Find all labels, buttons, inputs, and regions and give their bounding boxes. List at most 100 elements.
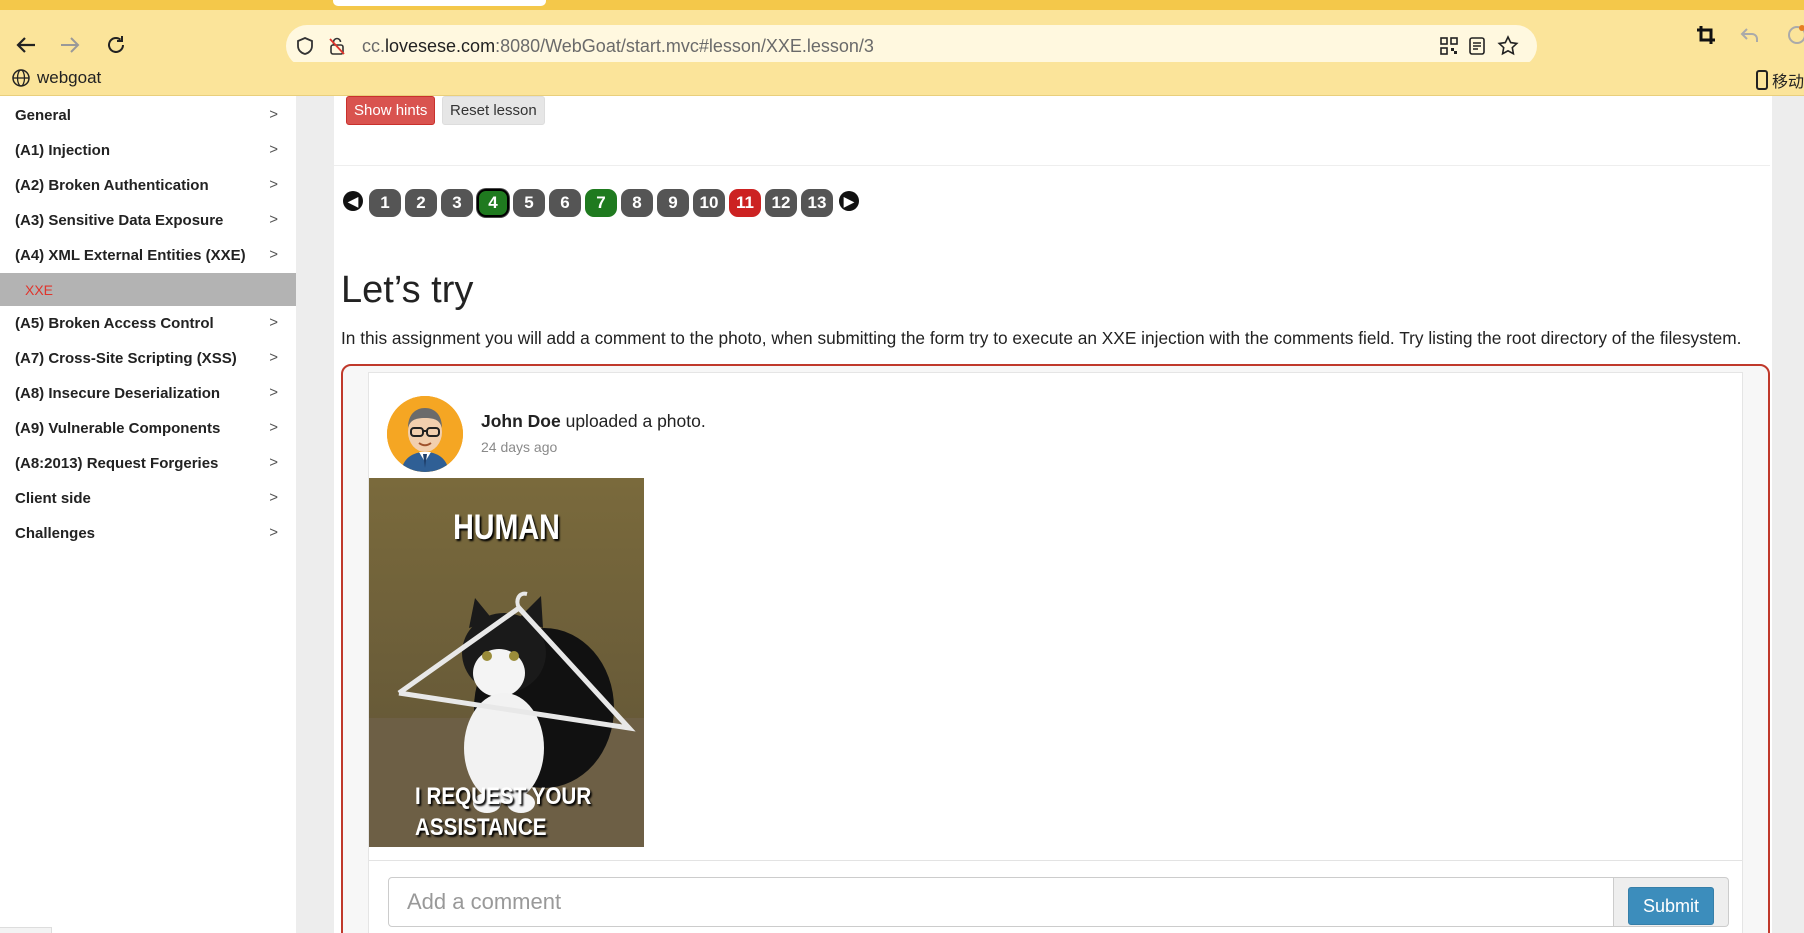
comment-form: Submit xyxy=(388,877,1729,927)
post-action: uploaded a photo. xyxy=(560,411,706,431)
avatar xyxy=(387,396,463,472)
reader-mode-icon[interactable] xyxy=(1466,35,1488,57)
menu-item-a2-broken-auth[interactable]: (A2) Broken Authentication > xyxy=(0,168,296,203)
menu-label: General xyxy=(15,107,71,124)
prev-page-arrow-icon[interactable]: ◀ xyxy=(343,191,363,211)
shield-icon[interactable] xyxy=(294,35,316,57)
post-divider xyxy=(369,860,1742,861)
globe-icon xyxy=(12,69,30,87)
menu-item-a3-sensitive-data[interactable]: (A3) Sensitive Data Exposure > xyxy=(0,203,296,238)
forward-arrow-icon[interactable] xyxy=(57,32,83,58)
back-arrow-icon[interactable] xyxy=(13,32,39,58)
page-link-2[interactable]: 2 xyxy=(405,189,437,217)
page-link-10[interactable]: 10 xyxy=(693,189,725,217)
menu-label: Challenges xyxy=(15,525,96,542)
chevron-right-icon: > xyxy=(269,211,278,228)
page-link-13[interactable]: 13 xyxy=(801,189,833,217)
menu-item-a5-access-control[interactable]: (A5) Broken Access Control > xyxy=(0,306,296,341)
lesson-sidebar: General > (A1) Injection > (A2) Broken Aut… xyxy=(0,96,296,933)
bookmarks-bar: webgoat 移动 xyxy=(0,62,1804,96)
menu-item-a9-vulnerable-components[interactable]: (A9) Vulnerable Components > xyxy=(0,411,296,446)
chevron-right-icon: > xyxy=(269,141,278,158)
undo-icon[interactable] xyxy=(1737,22,1763,48)
page-link-1[interactable]: 1 xyxy=(369,189,401,217)
bookmark-webgoat[interactable]: webgoat xyxy=(11,68,101,88)
chevron-right-icon: > xyxy=(269,454,278,471)
chevron-right-icon: > xyxy=(269,176,278,193)
reload-icon[interactable] xyxy=(103,32,129,58)
chevron-right-icon: > xyxy=(269,419,278,436)
chevron-right-icon: > xyxy=(269,246,278,263)
photo-caption-top: HUMAN xyxy=(453,508,560,547)
chevron-right-icon: > xyxy=(269,524,278,541)
mobile-bookmarks-label: 移动 xyxy=(1771,74,1804,91)
menu-item-a1-injection[interactable]: (A1) Injection > xyxy=(0,133,296,168)
next-page-arrow-icon[interactable]: ▶ xyxy=(839,191,859,211)
menu-label: (A1) Injection xyxy=(15,142,111,159)
chevron-right-icon: > xyxy=(269,384,278,401)
page-link-7[interactable]: 7 xyxy=(585,189,617,217)
page-link-6[interactable]: 6 xyxy=(549,189,581,217)
menu-item-challenges[interactable]: Challenges > xyxy=(0,516,296,551)
chevron-right-icon: > xyxy=(269,489,278,506)
sidebar-scroll-handle[interactable] xyxy=(0,927,52,933)
mobile-bookmarks[interactable]: 移动 xyxy=(1755,68,1804,92)
bookmark-star-icon[interactable] xyxy=(1497,35,1519,57)
page-link-4[interactable]: 4 xyxy=(477,189,509,217)
lesson-content: Show hints Reset lesson ◀ 1 2 3 4 5 6 7 … xyxy=(334,96,1772,933)
menu-item-a4-xxe[interactable]: (A4) XML External Entities (XXE) > xyxy=(0,238,296,273)
photo-caption-bottom: I REQUEST YOUR ASSISTANCE xyxy=(415,781,591,843)
post-author[interactable]: John Doe xyxy=(481,411,561,431)
submit-addon: Submit xyxy=(1614,877,1729,927)
menu-item-a8-deserialization[interactable]: (A8) Insecure Deserialization > xyxy=(0,376,296,411)
address-bar[interactable]: cc.lovesese.com:8080/WebGoat/start.mvc#l… xyxy=(286,25,1537,67)
menu-label: (A7) Cross-Site Scripting (XSS) xyxy=(15,350,237,367)
extension-icon[interactable] xyxy=(1784,22,1804,48)
chevron-right-icon: > xyxy=(269,349,278,366)
menu-item-client-side[interactable]: Client side > xyxy=(0,481,296,516)
page-link-5[interactable]: 5 xyxy=(513,189,545,217)
page-link-11[interactable]: 11 xyxy=(729,189,761,217)
bookmark-label: webgoat xyxy=(37,68,102,87)
comment-input[interactable] xyxy=(388,877,1614,927)
browser-toolbar: cc.lovesese.com:8080/WebGoat/start.mvc#l… xyxy=(0,10,1804,67)
lesson-description: In this assignment you will add a commen… xyxy=(341,328,1742,348)
post-photo: HUMAN I REQUEST YOUR ASSISTANCE xyxy=(369,478,644,847)
photo-post: John Doe uploaded a photo. 24 days ago H… xyxy=(368,372,1743,933)
assignment-panel: John Doe uploaded a photo. 24 days ago H… xyxy=(341,364,1770,933)
chevron-right-icon: > xyxy=(269,106,278,123)
menu-item-a7-xss[interactable]: (A7) Cross-Site Scripting (XSS) > xyxy=(0,341,296,376)
page-link-8[interactable]: 8 xyxy=(621,189,653,217)
url-text[interactable]: cc.lovesese.com:8080/WebGoat/start.mvc#l… xyxy=(362,36,874,57)
lesson-controls: Show hints Reset lesson xyxy=(334,96,1770,166)
show-hints-button[interactable]: Show hints xyxy=(346,96,436,125)
menu-item-general[interactable]: General > xyxy=(0,98,296,133)
insecure-lock-icon[interactable] xyxy=(326,35,348,57)
post-header: John Doe uploaded a photo. xyxy=(481,411,706,432)
post-timestamp: 24 days ago xyxy=(481,439,558,455)
page-link-9[interactable]: 9 xyxy=(657,189,689,217)
page-link-3[interactable]: 3 xyxy=(441,189,473,217)
submenu-label: XXE xyxy=(25,281,54,298)
browser-tab-strip xyxy=(0,0,1804,10)
page-link-12[interactable]: 12 xyxy=(765,189,797,217)
reset-lesson-button[interactable]: Reset lesson xyxy=(442,96,545,125)
photo-caption-bottom-line-1: I REQUEST YOUR xyxy=(415,783,592,810)
qr-code-icon[interactable] xyxy=(1438,35,1460,57)
menu-label: (A9) Vulnerable Components xyxy=(15,420,221,437)
john-doe-avatar-icon xyxy=(387,396,463,472)
photo-caption-bottom-line-2: ASSISTANCE xyxy=(415,814,547,841)
menu-label: (A8:2013) Request Forgeries xyxy=(15,455,219,472)
active-tab[interactable] xyxy=(333,0,546,6)
menu-label: (A4) XML External Entities (XXE) xyxy=(15,247,246,264)
menu-label: (A8) Insecure Deserialization xyxy=(15,385,221,402)
lesson-title: Let’s try xyxy=(341,269,474,311)
menu-item-request-forgeries[interactable]: (A8:2013) Request Forgeries > xyxy=(0,446,296,481)
submenu-item-xxe[interactable]: XXE xyxy=(0,273,296,306)
phone-icon xyxy=(1755,70,1768,90)
submit-button[interactable]: Submit xyxy=(1628,887,1714,925)
menu-label: (A5) Broken Access Control xyxy=(15,315,214,332)
chevron-right-icon: > xyxy=(269,314,278,331)
menu-label: (A2) Broken Authentication xyxy=(15,177,209,194)
crop-icon[interactable] xyxy=(1693,22,1719,48)
